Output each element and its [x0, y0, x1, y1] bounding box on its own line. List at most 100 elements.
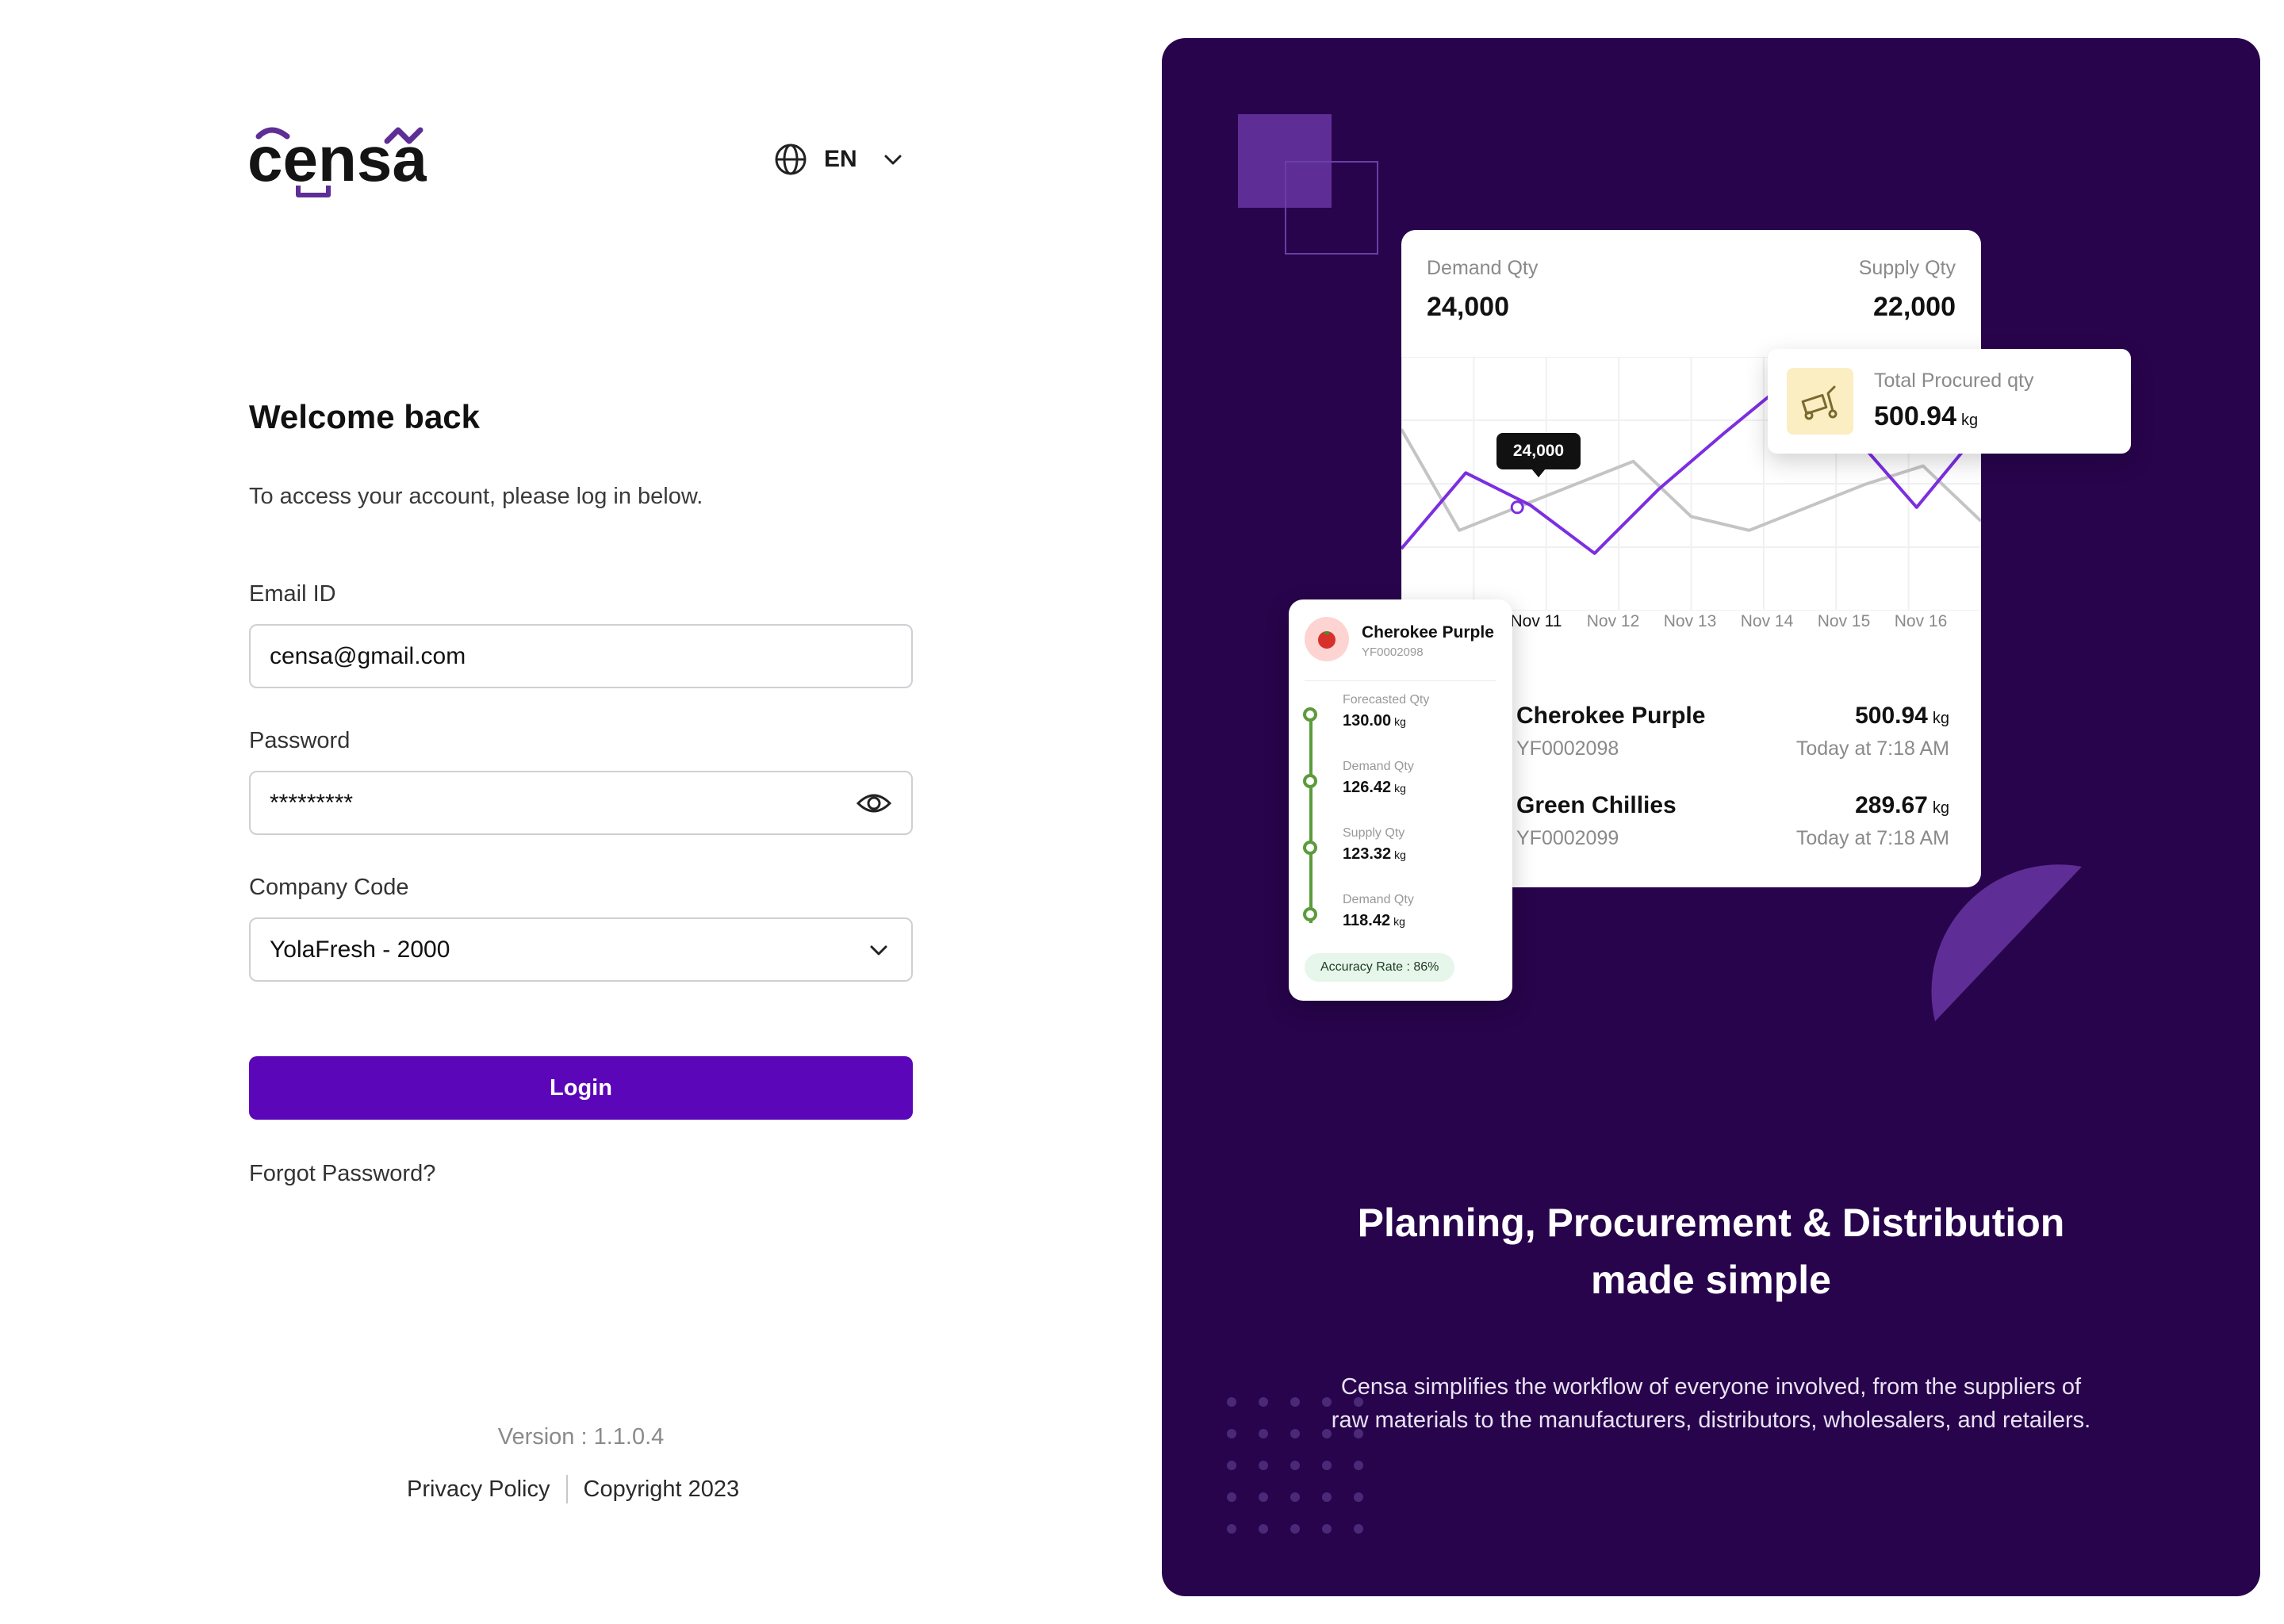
password-label: Password: [249, 728, 351, 753]
step-qty: 118.42: [1343, 912, 1391, 929]
procured-icon-box: [1787, 368, 1853, 435]
decorative-dot: [1290, 1461, 1300, 1470]
product-time: Today at 7:18 AM: [1795, 827, 1949, 849]
supply-value: 22,000: [1873, 292, 1956, 322]
product-name: Cherokee Purple: [1516, 703, 1706, 729]
promo-description-line2: raw materials to the manufacturers, dist…: [1331, 1408, 2091, 1433]
decorative-dot: [1227, 1492, 1236, 1502]
promo-panel: Demand Qty 24,000 Supply Qty 22,000 Nov …: [1162, 38, 2260, 1596]
chevron-down-icon: [884, 155, 902, 165]
decorative-dot: [1259, 1461, 1268, 1470]
x-tick-label: Nov 13: [1663, 612, 1717, 630]
procured-qty: 500.94 kg: [1874, 401, 1978, 432]
page-title: Welcome back: [249, 398, 481, 435]
promo-description-line1: Censa simplifies the workflow of everyon…: [1340, 1374, 2082, 1400]
step-unit: kg: [1393, 915, 1405, 928]
language-selector[interactable]: EN: [773, 140, 905, 179]
product-qty: 289.67 kg: [1855, 792, 1949, 819]
procured-qty-card: Total Procured qty 500.94 kg: [1768, 349, 2131, 454]
timeline-step: Demand Qty 118.42 kg: [1303, 893, 1493, 948]
procured-label: Total Procured qty: [1874, 370, 2034, 392]
decorative-dot: [1290, 1524, 1300, 1534]
product-detail-card: Cherokee Purple YF0002098 Forecasted Qty…: [1289, 599, 1512, 1001]
decorative-dot: [1227, 1524, 1236, 1534]
step-unit: kg: [1394, 782, 1406, 795]
step-qty: 126.42: [1343, 779, 1392, 796]
tomato-icon: [1318, 631, 1336, 649]
accuracy-badge: Accuracy Rate : 86%: [1305, 953, 1455, 982]
product-name: Green Chillies: [1516, 792, 1677, 818]
step-value: 126.42 kg: [1343, 779, 1406, 797]
password-field[interactable]: [270, 789, 856, 817]
decorative-dot: [1290, 1492, 1300, 1502]
decorative-dot: [1322, 1492, 1332, 1502]
timeline-step: Demand Qty 126.42 kg: [1303, 760, 1493, 815]
email-field-wrapper: [249, 624, 913, 688]
product-avatar: [1305, 617, 1349, 661]
x-tick-label: Nov 15: [1817, 612, 1871, 630]
footer-divider: [565, 1475, 568, 1503]
timeline-step: Forecasted Qty 130.00 kg: [1303, 693, 1493, 749]
chevron-down-icon: [870, 945, 887, 955]
product-code: YF0002099: [1516, 827, 1619, 849]
product-row: Green Chillies YF0002099 289.67 kg Today …: [1516, 792, 1949, 864]
step-unit: kg: [1394, 715, 1406, 728]
step-label: Supply Qty: [1343, 826, 1405, 840]
decorative-square-outline: [1285, 161, 1378, 255]
company-code-label: Company Code: [249, 875, 409, 900]
timeline-dot: [1303, 774, 1317, 788]
x-tick-label: Nov 12: [1586, 612, 1640, 630]
procured-unit: kg: [1961, 412, 1979, 429]
product-qty-unit: kg: [1932, 710, 1949, 727]
chart-tooltip: 24,000: [1496, 433, 1581, 477]
forgot-password-link[interactable]: Forgot Password?: [249, 1161, 435, 1187]
decorative-dot: [1322, 1461, 1332, 1470]
step-label: Demand Qty: [1343, 760, 1414, 773]
language-label: EN: [824, 146, 857, 172]
product-code: YF0002098: [1516, 737, 1619, 760]
step-unit: kg: [1394, 848, 1406, 861]
step-label: Forecasted Qty: [1343, 693, 1430, 707]
password-field-wrapper: [249, 771, 913, 835]
decorative-dot: [1354, 1492, 1363, 1502]
product-qty-unit: kg: [1932, 799, 1949, 817]
product-time: Today at 7:18 AM: [1795, 737, 1949, 760]
login-button[interactable]: Login: [249, 1056, 913, 1120]
product-qty-value: 500.94: [1855, 703, 1928, 729]
footer-links: Privacy Policy Copyright 2023: [407, 1475, 739, 1503]
copyright-text: Copyright 2023: [583, 1476, 740, 1502]
company-code-select[interactable]: YolaFresh - 2000: [249, 917, 913, 982]
step-qty: 130.00: [1343, 712, 1392, 730]
product-qty: 500.94 kg: [1855, 703, 1949, 730]
censa-logo: censa: [247, 124, 427, 197]
product-row: Cherokee Purple YF0002098 500.94 kg Today…: [1516, 703, 1949, 774]
eye-icon[interactable]: [856, 785, 892, 822]
timeline-dot: [1303, 907, 1317, 921]
email-field[interactable]: [270, 642, 892, 670]
decorative-dot: [1354, 1524, 1363, 1534]
supply-label: Supply Qty: [1858, 257, 1956, 279]
divider: [1305, 680, 1496, 681]
step-value: 123.32 kg: [1343, 845, 1406, 864]
step-value: 118.42 kg: [1343, 912, 1405, 930]
email-label: Email ID: [249, 581, 336, 607]
demand-value: 24,000: [1427, 292, 1509, 322]
timeline-dot: [1303, 707, 1317, 722]
demand-label: Demand Qty: [1427, 257, 1539, 279]
timeline-step: Supply Qty 123.32 kg: [1303, 826, 1493, 882]
procured-value: 500.94: [1874, 401, 1956, 431]
version-text: Version : 1.1.0.4: [497, 1424, 665, 1450]
promo-description: Censa simplifies the workflow of everyon…: [1257, 1370, 2165, 1437]
step-qty: 123.32: [1343, 845, 1392, 863]
timeline-dot: [1303, 841, 1317, 855]
step-label: Demand Qty: [1343, 893, 1414, 906]
decorative-dot: [1354, 1461, 1363, 1470]
decorative-dot: [1227, 1397, 1236, 1407]
decorative-dot: [1259, 1524, 1268, 1534]
step-value: 130.00 kg: [1343, 712, 1406, 730]
x-tick-label: Nov 14: [1740, 612, 1794, 630]
detail-product-name: Cherokee Purple: [1362, 623, 1494, 642]
privacy-policy-link[interactable]: Privacy Policy: [407, 1477, 550, 1503]
x-tick-label: Nov 11: [1510, 612, 1562, 630]
highlight-point: [1510, 500, 1524, 515]
